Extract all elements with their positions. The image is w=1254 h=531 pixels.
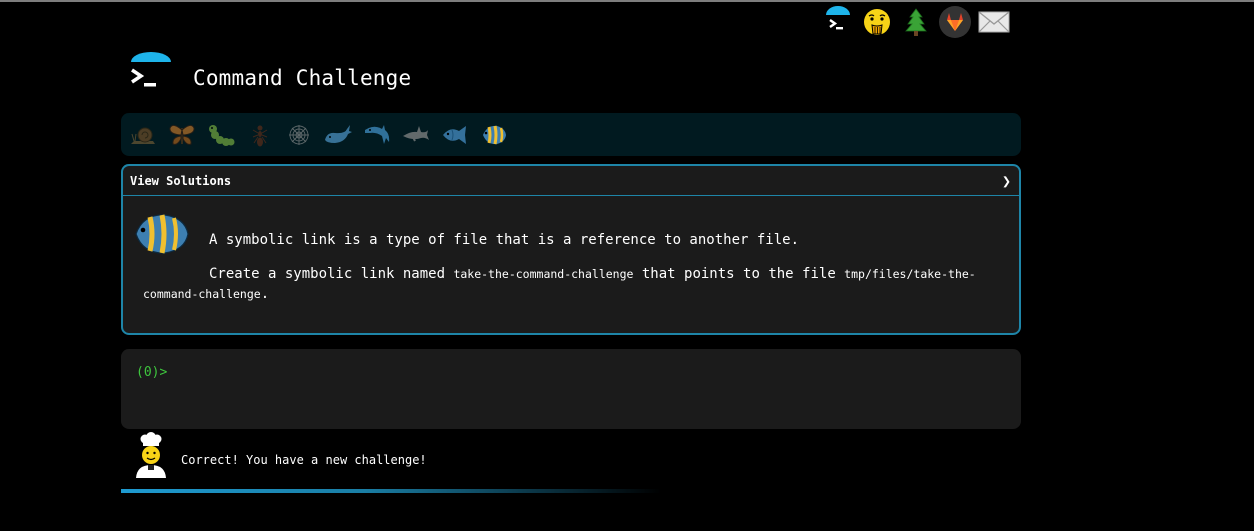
link-name-code: take-the-command-challenge	[453, 267, 634, 281]
gitlab-icon[interactable]	[939, 6, 971, 38]
terminal-icon[interactable]	[822, 6, 854, 38]
ant-icon[interactable]	[244, 119, 276, 151]
view-solutions-label: View Solutions	[130, 173, 232, 188]
status-message: Correct! You have a new challenge!	[181, 453, 427, 467]
app-logo-icon	[126, 52, 176, 98]
whale-icon[interactable]	[322, 119, 354, 151]
task-text-end: .	[260, 286, 270, 302]
caterpillar-icon[interactable]	[205, 119, 237, 151]
terminal-input[interactable]: (0)>	[121, 349, 1021, 429]
task-text-middle: that points to the file	[633, 266, 845, 282]
chef-icon	[130, 432, 170, 478]
window-top-border	[0, 0, 1254, 2]
progress-bar	[121, 489, 661, 493]
angelfish-icon	[133, 210, 191, 258]
top-icon-bar	[822, 6, 1017, 38]
challenge-panel: View Solutions ❯ A symbolic link is a ty…	[121, 164, 1021, 335]
pine-tree-icon[interactable]	[900, 6, 932, 38]
spider-web-icon[interactable]	[283, 119, 315, 151]
level-progress-bar	[121, 113, 1021, 156]
task-text-start: Create a symbolic link named	[209, 266, 454, 282]
dolphin-icon[interactable]	[361, 119, 393, 151]
app-title: Command Challenge	[193, 66, 412, 90]
shushing-face-icon[interactable]	[861, 6, 893, 38]
challenge-description: A symbolic link is a type of file that i…	[209, 232, 800, 248]
chevron-right-icon: ❯	[1001, 171, 1011, 190]
snail-icon[interactable]	[127, 119, 159, 151]
angelfish-icon[interactable]	[478, 119, 510, 151]
fish-icon[interactable]	[439, 119, 471, 151]
shark-icon[interactable]	[400, 119, 432, 151]
view-solutions-toggle[interactable]: View Solutions ❯	[123, 166, 1019, 196]
terminal-prompt: (0)>	[136, 365, 168, 380]
envelope-icon[interactable]	[978, 6, 1010, 38]
butterfly-icon[interactable]	[166, 119, 198, 151]
challenge-task: Create a symbolic link named take-the-co…	[143, 264, 1011, 304]
